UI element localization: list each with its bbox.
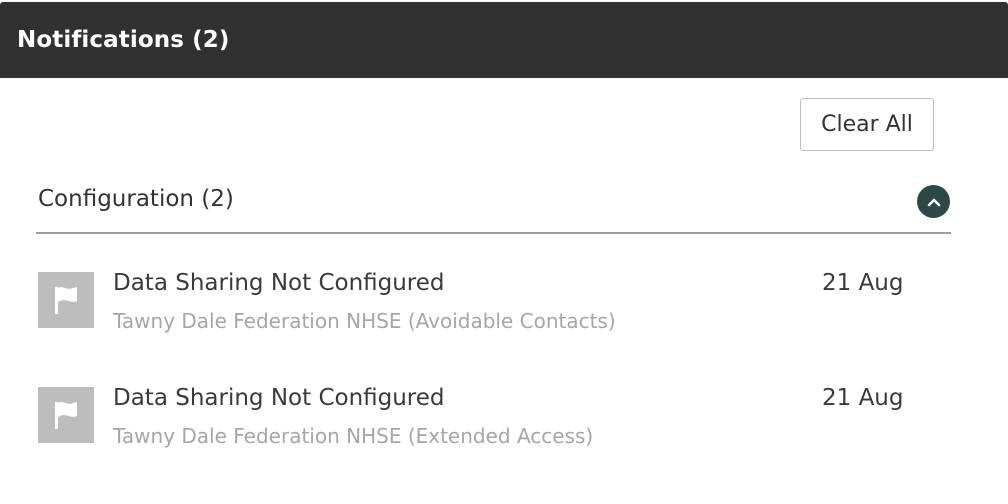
notification-title: Data Sharing Not Configured [113, 270, 445, 296]
group-header-configuration[interactable]: Configuration (2) [36, 172, 951, 234]
notification-date: 21 Aug [822, 270, 904, 296]
notification-subtitle: Tawny Dale Federation NHSE (Avoidable Co… [113, 309, 616, 333]
flag-icon [38, 387, 94, 443]
chevron-up-icon[interactable] [917, 185, 950, 218]
notification-title: Data Sharing Not Configured [113, 385, 445, 411]
group-title: Configuration (2) [38, 186, 234, 212]
notification-item[interactable]: Data Sharing Not Configured Tawny Dale F… [36, 381, 916, 471]
notification-subtitle: Tawny Dale Federation NHSE (Extended Acc… [113, 424, 594, 448]
flag-icon [38, 272, 94, 328]
clear-all-button[interactable]: Clear All [800, 98, 934, 151]
notifications-header: Notifications (2) [0, 2, 1008, 78]
notifications-title: Notifications (2) [17, 27, 230, 53]
notifications-panel: Notifications (2) Clear All Configuratio… [0, 0, 1008, 504]
notification-date: 21 Aug [822, 385, 904, 411]
notification-item[interactable]: Data Sharing Not Configured Tawny Dale F… [36, 266, 916, 356]
